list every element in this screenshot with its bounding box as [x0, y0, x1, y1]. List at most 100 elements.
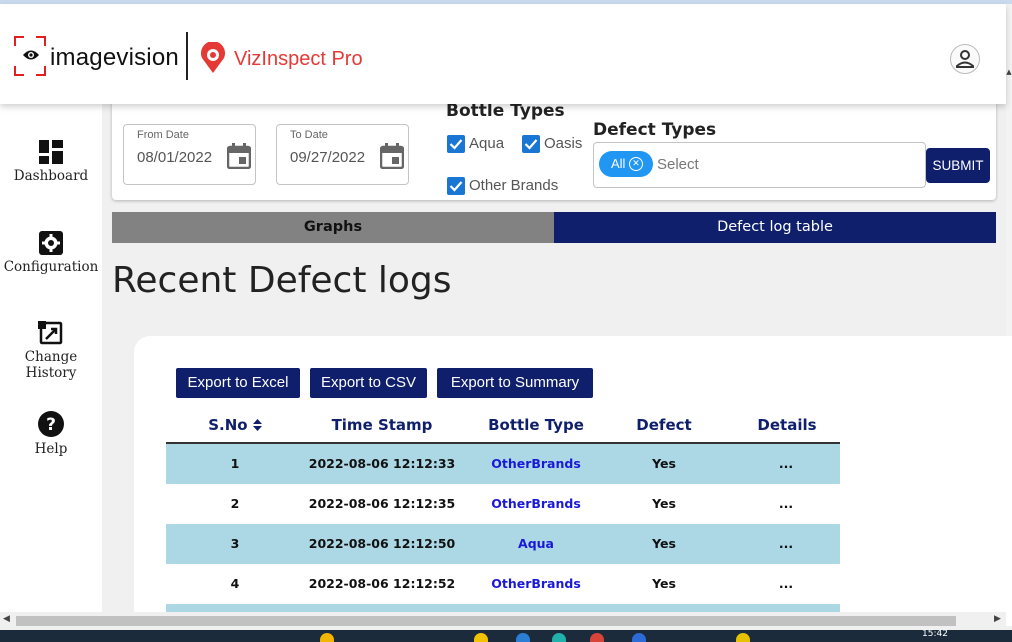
- from-date-label: From Date: [137, 129, 189, 141]
- taskbar-app-icon[interactable]: [736, 633, 750, 642]
- calendar-icon[interactable]: [227, 143, 251, 169]
- cell-timestamp: 2022-08-06 12:12:35: [308, 496, 456, 511]
- cell-sno: 3: [230, 536, 240, 551]
- user-icon: [956, 50, 974, 68]
- details-button[interactable]: ...: [742, 564, 830, 604]
- cell-bottle-type: OtherBrands: [491, 496, 581, 511]
- export-csv-button[interactable]: Export to CSV: [310, 368, 427, 398]
- user-avatar-button[interactable]: [950, 44, 980, 74]
- checkbox-label: Oasis: [544, 135, 583, 152]
- column-header-label: S.No: [208, 416, 248, 434]
- cell-defect: Yes: [652, 576, 676, 591]
- vizinspect-pin-icon: [201, 42, 225, 73]
- vizinspect-logo: VizInspect Pro: [196, 42, 396, 76]
- defect-types-select[interactable]: All ✕ Select: [593, 142, 926, 188]
- horizontal-scrollbar[interactable]: ◀ ▶: [0, 612, 1006, 630]
- calendar-icon[interactable]: [380, 143, 404, 169]
- cell-sno: 1: [230, 456, 240, 471]
- app-header: imagevision VizInspect Pro: [0, 4, 1006, 104]
- details-button[interactable]: ...: [742, 484, 830, 524]
- export-summary-button[interactable]: Export to Summary: [437, 368, 593, 398]
- from-date-field[interactable]: From Date 08/01/2022: [123, 124, 256, 185]
- sidebar-item-label: Help: [34, 441, 68, 457]
- checkbox-aqua[interactable]: Aqua: [447, 134, 517, 154]
- checkbox-oasis[interactable]: Oasis: [522, 134, 594, 154]
- eye-icon: [23, 50, 39, 60]
- checkbox-other-brands[interactable]: Other Brands: [447, 176, 567, 196]
- export-excel-button[interactable]: Export to Excel: [176, 368, 300, 398]
- column-header-details[interactable]: Details: [742, 416, 832, 440]
- svg-text:?: ?: [46, 415, 56, 435]
- sidebar-item-label: Change History: [24, 349, 78, 381]
- scrollbar-thumb[interactable]: [16, 616, 956, 626]
- tab-defect-log-table[interactable]: Defect log table: [554, 212, 996, 243]
- help-icon: ?: [38, 411, 64, 437]
- defect-types-title: Defect Types: [593, 120, 717, 140]
- taskbar-app-icon[interactable]: [474, 633, 488, 642]
- chip-remove-icon[interactable]: ✕: [629, 157, 643, 171]
- cell-bottle-type: OtherBrands: [491, 456, 581, 471]
- table-row[interactable]: 3 2022-08-06 12:12:50 Aqua Yes ...: [166, 524, 840, 564]
- logo-divider: [186, 32, 188, 80]
- tab-graphs[interactable]: Graphs: [112, 212, 554, 243]
- defect-chip-all[interactable]: All ✕: [599, 151, 653, 177]
- from-date-value: 08/01/2022: [137, 149, 213, 166]
- scroll-right-arrow[interactable]: ▶: [994, 614, 1001, 624]
- defect-select-placeholder: Select: [657, 156, 699, 173]
- taskbar-app-icon[interactable]: [516, 633, 530, 642]
- imagevision-logo: imagevision: [14, 36, 184, 76]
- sidebar-item-help[interactable]: ? Help: [0, 411, 102, 457]
- cell-sno: 4: [230, 576, 240, 591]
- checkbox-label: Other Brands: [469, 177, 559, 194]
- table-row[interactable]: 4 2022-08-06 12:12:52 OtherBrands Yes ..…: [166, 564, 840, 604]
- submit-button[interactable]: SUBMIT: [926, 148, 990, 183]
- sidebar-item-change-history[interactable]: Change History: [0, 321, 102, 381]
- checkbox-label: Aqua: [469, 135, 505, 152]
- to-date-label: To Date: [290, 129, 328, 141]
- scroll-left-arrow[interactable]: ◀: [3, 614, 10, 624]
- taskbar-clock: 15:42: [922, 629, 948, 639]
- checkbox-checked-icon: [447, 135, 465, 153]
- taskbar-app-icon[interactable]: [320, 633, 334, 642]
- column-header-bottle-type[interactable]: Bottle Type: [476, 416, 596, 440]
- taskbar-app-icon[interactable]: [552, 633, 566, 642]
- sidebar: Dashboard Configuration Change History ?…: [0, 104, 102, 612]
- cell-timestamp: 2022-08-06 12:12:50: [308, 536, 456, 551]
- cell-defect: Yes: [652, 456, 676, 471]
- taskbar-app-icon[interactable]: [632, 633, 646, 642]
- sidebar-item-label: Dashboard: [13, 168, 89, 184]
- taskbar-app-icon[interactable]: [590, 633, 604, 642]
- cell-sno: 2: [230, 496, 240, 511]
- vizinspect-logo-text: VizInspect Pro: [234, 48, 363, 70]
- cell-bottle-type: Aqua: [518, 536, 554, 551]
- page-title: Recent Defect logs: [112, 260, 452, 301]
- sidebar-item-dashboard[interactable]: Dashboard: [0, 140, 102, 184]
- cell-timestamp: 2022-08-06 12:12:52: [308, 576, 456, 591]
- chip-label: All: [611, 156, 626, 171]
- history-icon: [38, 321, 63, 345]
- column-header-timestamp[interactable]: Time Stamp: [312, 416, 452, 440]
- dashboard-icon: [39, 140, 63, 164]
- details-button[interactable]: ...: [742, 444, 830, 484]
- cell-bottle-type: OtherBrands: [491, 576, 581, 591]
- table-row[interactable]: 2 2022-08-06 12:12:35 OtherBrands Yes ..…: [166, 484, 840, 524]
- details-button[interactable]: ...: [742, 524, 830, 564]
- column-header-sno[interactable]: S.No: [186, 416, 284, 440]
- checkbox-checked-icon: [447, 177, 465, 195]
- table-row-partial: [166, 604, 840, 612]
- sidebar-item-label: Configuration: [3, 259, 99, 275]
- column-header-defect[interactable]: Defect: [620, 416, 708, 440]
- filter-panel: From Date 08/01/2022 To Date 09/27/2022 …: [112, 100, 996, 200]
- scroll-up-arrow[interactable]: ▲: [1006, 68, 1012, 76]
- cell-timestamp: 2022-08-06 12:12:33: [308, 456, 456, 471]
- cell-defect: Yes: [652, 536, 676, 551]
- cell-defect: Yes: [652, 496, 676, 511]
- to-date-field[interactable]: To Date 09/27/2022: [276, 124, 409, 185]
- gear-icon: [39, 231, 63, 255]
- bottle-types-title: Bottle Types: [446, 101, 565, 121]
- sort-icon[interactable]: [252, 419, 262, 431]
- imagevision-logo-text: imagevision: [50, 44, 179, 71]
- sidebar-item-configuration[interactable]: Configuration: [0, 231, 102, 275]
- table-row[interactable]: 1 2022-08-06 12:12:33 OtherBrands Yes ..…: [166, 444, 840, 484]
- to-date-value: 09/27/2022: [290, 149, 366, 166]
